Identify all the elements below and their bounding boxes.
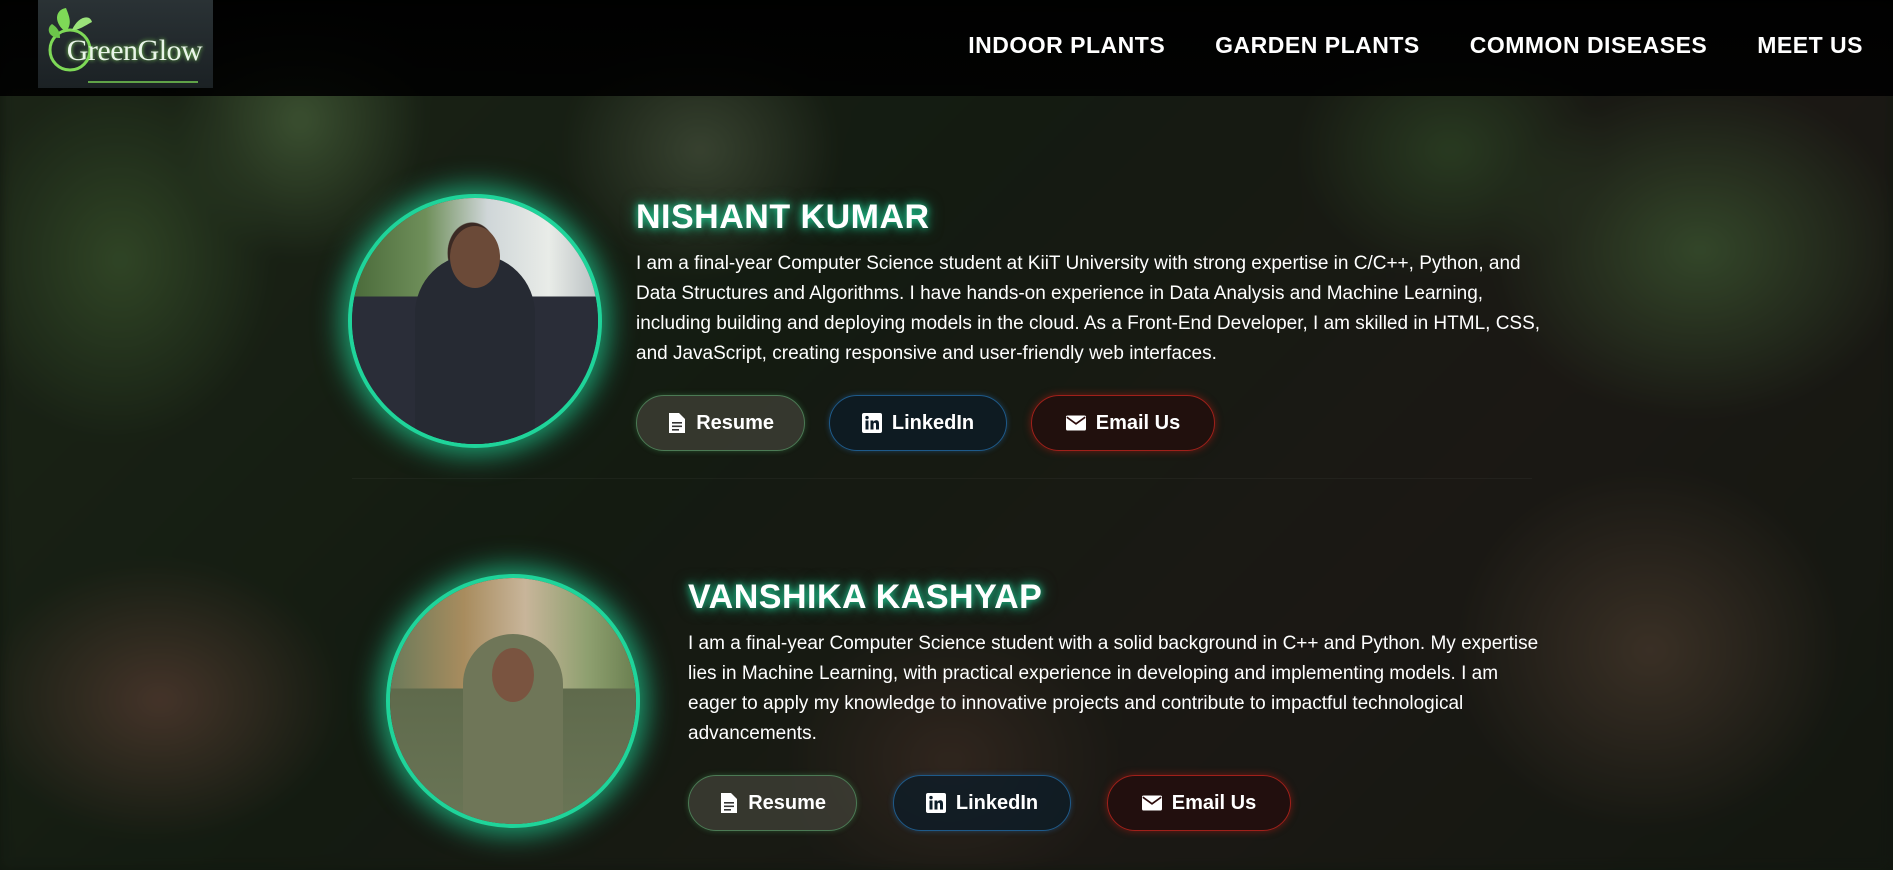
section-divider [352,478,1532,479]
member-card: NISHANT KUMAR I am a final-year Computer… [352,198,1556,451]
avatar-photo-head [492,648,534,702]
nav-meet-us[interactable]: MEET US [1757,32,1863,59]
member-bio: I am a final-year Computer Science stude… [688,633,1539,744]
nav-common-diseases[interactable]: COMMON DISEASES [1470,32,1708,59]
linkedin-label: LinkedIn [955,791,1039,814]
nav-indoor-plants[interactable]: INDOOR PLANTS [968,32,1165,59]
resume-label: Resume [696,411,774,434]
resume-button[interactable]: Resume [688,775,857,831]
linkedin-icon [925,792,946,814]
avatar [390,578,636,824]
member-info: VANSHIKA KASHYAP I am a final-year Compu… [688,578,1548,831]
member-actions: Resume LinkedIn Email Us [636,395,1556,451]
linkedin-label: LinkedIn [891,411,975,434]
member-card: VANSHIKA KASHYAP I am a final-year Compu… [390,578,1548,831]
linkedin-button[interactable]: LinkedIn [829,395,1007,451]
resume-label: Resume [748,791,826,814]
avatar [352,198,598,444]
brand-name: GreenGlow [66,34,203,67]
member-name: VANSHIKA KASHYAP [688,578,1043,616]
resume-button[interactable]: Resume [636,395,805,451]
avatar-photo-head [450,226,500,288]
linkedin-icon [861,412,882,434]
email-label: Email Us [1095,411,1181,434]
envelope-icon [1065,412,1086,434]
brand-underline [88,81,198,83]
main-nav: INDOOR PLANTS GARDEN PLANTS COMMON DISEA… [968,32,1863,59]
email-button[interactable]: Email Us [1031,395,1215,451]
member-info: NISHANT KUMAR I am a final-year Computer… [636,198,1556,451]
member-name: NISHANT KUMAR [636,198,930,236]
file-icon [667,412,686,434]
brand-logo[interactable]: GreenGlow [38,0,213,88]
envelope-icon [1141,792,1162,814]
nav-garden-plants[interactable]: GARDEN PLANTS [1215,32,1420,59]
email-button[interactable]: Email Us [1107,775,1291,831]
linkedin-button[interactable]: LinkedIn [893,775,1071,831]
member-actions: Resume LinkedIn Email Us [688,775,1548,831]
member-bio: I am a final-year Computer Science stude… [636,253,1541,364]
file-icon [719,792,738,814]
email-label: Email Us [1171,791,1257,814]
top-navbar: GreenGlow INDOOR PLANTS GARDEN PLANTS CO… [0,0,1893,96]
